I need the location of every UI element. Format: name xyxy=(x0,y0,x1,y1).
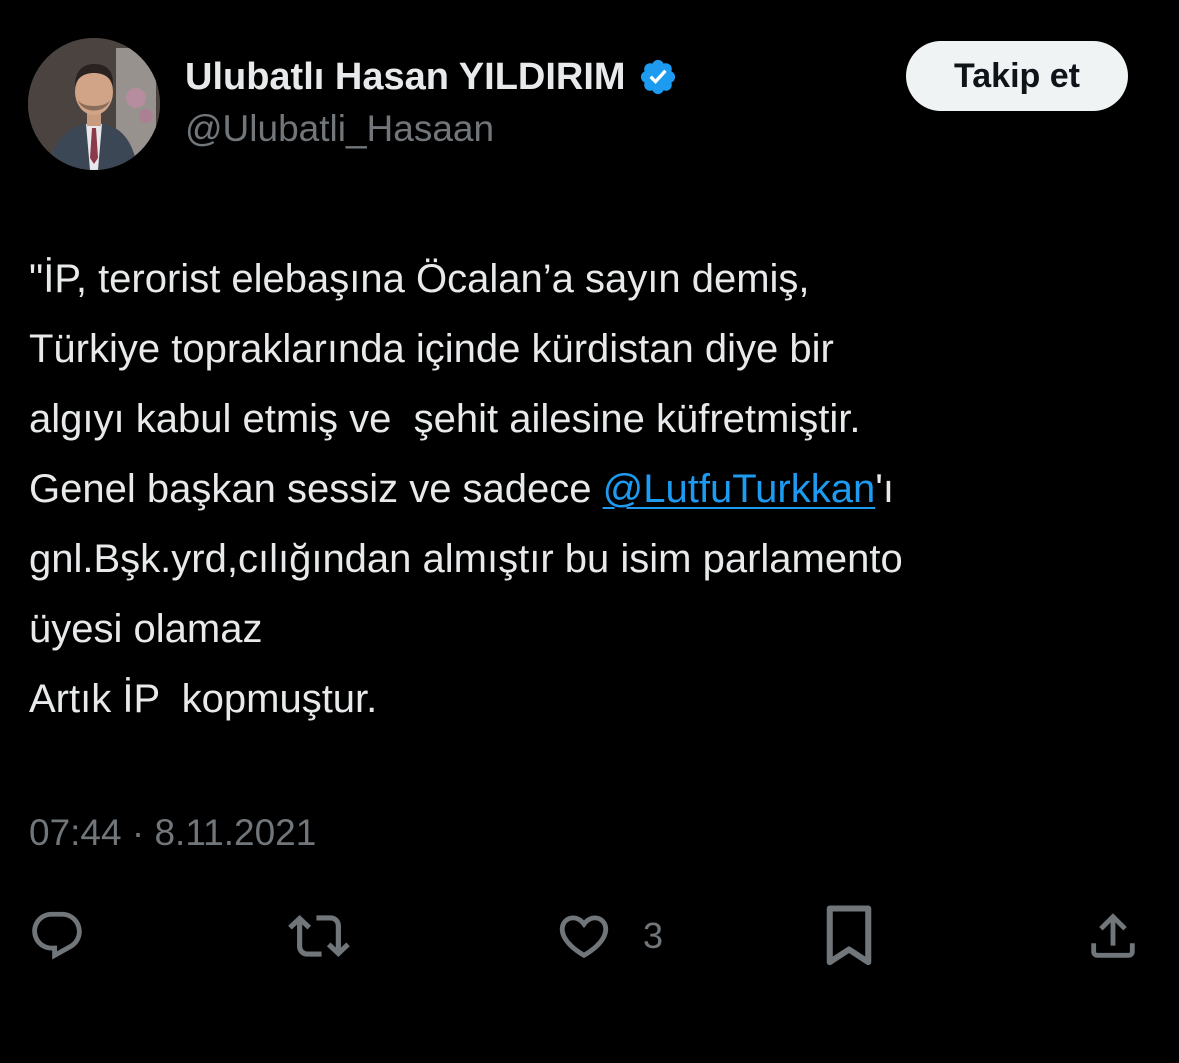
tweet-line-suffix: 'ı xyxy=(875,467,894,511)
mention-link[interactable]: @LutfuTurkkan xyxy=(603,467,876,511)
tweet-line-text: Genel başkan sessiz ve sadece xyxy=(29,467,603,511)
like-icon xyxy=(559,915,609,959)
tweet-line: "İP, terorist elebaşına Öcalan’a sayın d… xyxy=(29,257,810,301)
tweet-action-bar: 3 xyxy=(0,900,1179,970)
verified-badge-icon[interactable] xyxy=(638,57,678,97)
avatar-image xyxy=(28,38,160,170)
retweet-button[interactable] xyxy=(288,908,350,964)
tweet-line: gnl.Bşk.yrd,cılığından almıştır bu isim … xyxy=(29,537,903,581)
author-display-name[interactable]: Ulubatlı Hasan YILDIRIM xyxy=(185,56,626,99)
author-name-row: Ulubatlı Hasan YILDIRIM xyxy=(185,52,678,102)
tweet-line-with-mention: Genel başkan sessiz ve sadece @LutfuTurk… xyxy=(29,454,1159,524)
follow-button[interactable]: Takip et xyxy=(906,41,1128,111)
bookmark-button[interactable] xyxy=(820,905,878,966)
reply-button[interactable] xyxy=(28,908,86,964)
tweet-line: Türkiye topraklarında içinde kürdistan d… xyxy=(29,327,834,371)
tweet-line: üyesi olamaz xyxy=(29,607,263,651)
tweet-line: Artık İP kopmuştur. xyxy=(29,677,378,721)
tweet-date: 8.11.2021 xyxy=(154,812,317,853)
share-icon xyxy=(1091,913,1135,958)
avatar[interactable] xyxy=(28,38,160,170)
tweet-timestamp[interactable]: 07:44 · 8.11.2021 xyxy=(29,812,316,854)
reply-icon xyxy=(32,911,82,960)
bookmark-icon xyxy=(826,905,872,966)
tweet-text: "İP, terorist elebaşına Öcalan’a sayın d… xyxy=(29,244,1159,734)
tweet-line: algıyı kabul etmiş ve şehit ailesine küf… xyxy=(29,397,861,441)
share-button[interactable] xyxy=(1084,908,1142,964)
tweet-time: 07:44 xyxy=(29,812,122,853)
timestamp-separator: · xyxy=(131,812,145,853)
like-count: 3 xyxy=(643,915,664,956)
retweet-icon xyxy=(288,915,350,957)
like-button[interactable]: 3 xyxy=(555,908,663,964)
author-handle[interactable]: @Ulubatli_Hasaan xyxy=(185,108,494,150)
